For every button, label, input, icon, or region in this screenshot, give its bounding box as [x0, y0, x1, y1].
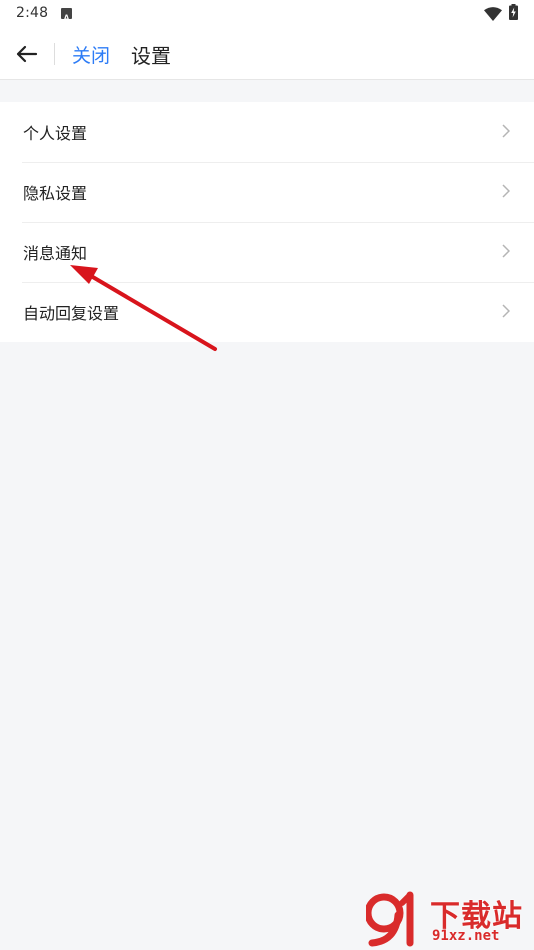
settings-list: 个人设置 隐私设置 消息通知 自动回复设置 [0, 102, 534, 342]
chevron-right-icon [502, 124, 510, 138]
svg-text:A: A [63, 13, 70, 23]
chevron-right-icon [502, 184, 510, 198]
chevron-right-icon [502, 244, 510, 258]
watermark: 下载站 91xz.net [360, 885, 534, 950]
settings-item-label: 自动回复设置 [23, 304, 120, 323]
arrow-left-icon [16, 45, 38, 63]
battery-charging-icon [509, 4, 518, 20]
watermark-domain: 91xz.net [432, 928, 500, 944]
close-button[interactable]: 关闭 [72, 41, 110, 68]
settings-item-privacy[interactable]: 隐私设置 [0, 162, 534, 222]
settings-item-personal[interactable]: 个人设置 [0, 102, 534, 162]
settings-item-label: 隐私设置 [23, 184, 88, 203]
status-time: 2:48 [16, 5, 49, 21]
chevron-right-icon [502, 304, 510, 318]
status-bar: 2:48 A [0, 0, 534, 28]
settings-item-label: 个人设置 [23, 124, 88, 143]
wifi-icon [484, 6, 502, 21]
settings-item-auto-reply[interactable]: 自动回复设置 [0, 282, 534, 342]
title-bar: 关闭 设置 [0, 28, 534, 80]
font-app-icon: A [61, 8, 72, 23]
watermark-logo [366, 891, 414, 947]
page-title: 设置 [131, 44, 171, 68]
settings-item-label: 消息通知 [23, 244, 88, 263]
title-divider [54, 43, 55, 65]
back-button[interactable] [12, 39, 42, 69]
settings-item-notifications[interactable]: 消息通知 [0, 222, 534, 282]
